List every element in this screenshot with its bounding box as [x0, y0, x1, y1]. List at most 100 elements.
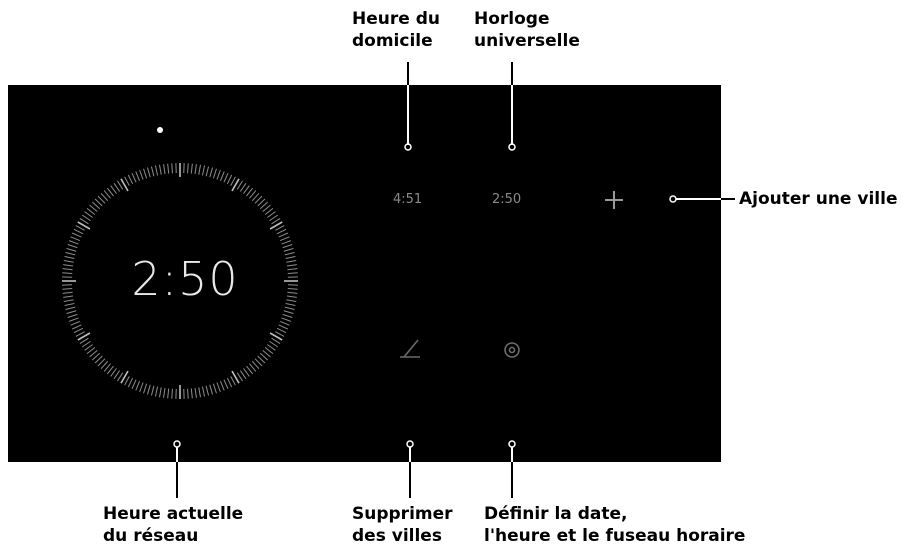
ring-tick [113, 182, 121, 192]
ring-tick [284, 251, 295, 256]
ring-tick [219, 171, 225, 182]
ring-tick [267, 211, 276, 218]
ring-tick [226, 174, 233, 185]
ring-tick [70, 320, 81, 326]
current-network-time: 2:50 [131, 252, 239, 306]
ring-tick [75, 331, 85, 337]
ring-tick [171, 388, 173, 399]
ring-tick [267, 344, 276, 351]
ring-tick [159, 387, 162, 398]
ring-tick [139, 382, 144, 393]
ring-tick [70, 236, 81, 242]
ring-tick [198, 164, 201, 175]
ring-tick [65, 251, 76, 256]
ring-tick [236, 180, 243, 190]
ring-tick [281, 240, 292, 245]
ring-tick [63, 260, 74, 263]
ring-tick [150, 166, 155, 177]
ring-tick [62, 272, 73, 274]
ring-tick [284, 306, 295, 311]
world-clock-value[interactable]: 2:50 [492, 192, 521, 207]
ring-tick [143, 168, 148, 179]
ring-tick [287, 291, 298, 294]
ring-tick [187, 163, 189, 174]
ring-tick [264, 347, 274, 355]
ring-tick [106, 187, 114, 197]
ring-tick [190, 163, 193, 174]
ring-tick [216, 169, 221, 180]
ring-tick [190, 388, 193, 399]
ring-tick [243, 185, 250, 194]
ring-tick [64, 302, 75, 307]
top-indicator-dot [157, 127, 163, 133]
ring-tick [146, 167, 151, 178]
settings-button[interactable] [498, 336, 526, 364]
ring-tick [194, 164, 197, 175]
ring-tick [271, 218, 281, 225]
ring-tick [269, 214, 279, 222]
ring-tick [67, 313, 78, 318]
ring-tick [113, 370, 121, 380]
ring-tick [212, 383, 217, 394]
ring-tick [135, 171, 141, 182]
ring-tick [187, 388, 189, 399]
ring-tick [63, 264, 74, 267]
ring-tick [86, 347, 96, 355]
ring-tick [236, 372, 243, 382]
ring-tick [68, 240, 79, 245]
ring-tick [66, 247, 77, 252]
home-time-value[interactable]: 4:51 [393, 192, 422, 207]
ring-tick [219, 380, 225, 391]
ring-tick [283, 310, 294, 315]
ring-tick [79, 337, 89, 344]
ring-tick [246, 365, 254, 375]
ring-tick [279, 236, 290, 242]
callout-set-date: Définir la date, l'heure et le fuseau hor… [484, 504, 746, 546]
ring-tick [264, 207, 274, 215]
ring-tick [209, 384, 214, 395]
ring-tick [62, 291, 73, 294]
ring-tick [131, 379, 137, 390]
ring-tick [84, 211, 93, 218]
ring-tick [117, 180, 124, 190]
ring-tick [117, 372, 124, 382]
ring-tick [269, 340, 279, 348]
ring-tick [124, 376, 130, 386]
ring-tick [205, 166, 210, 177]
ring-tick [150, 385, 155, 396]
callout-delete-cities: Supprimer des villes [352, 504, 453, 546]
ring-tick [230, 376, 236, 386]
ring-tick [79, 218, 89, 225]
delete-cities-button[interactable] [396, 334, 426, 364]
ring-tick [239, 182, 247, 192]
ring-tick [146, 384, 151, 395]
ring-tick [282, 244, 293, 249]
ring-tick [68, 317, 79, 322]
ring-tick [198, 387, 201, 398]
ring-tick [106, 365, 114, 375]
ring-tick [271, 337, 281, 344]
ring-tick [275, 225, 285, 231]
ring-tick [81, 340, 91, 348]
ring-tick [163, 387, 166, 398]
ring-tick [127, 377, 134, 388]
ring-tick [67, 244, 78, 249]
ring-tick [246, 187, 254, 197]
ring-tick [239, 370, 247, 380]
ring-tick [167, 163, 170, 174]
ring-tick [230, 176, 236, 186]
ring-tick [73, 327, 84, 334]
ring-tick [226, 377, 233, 388]
ring-tick [110, 185, 117, 194]
ring-tick [286, 295, 297, 298]
add-city-button[interactable] [600, 186, 628, 214]
ring-tick [286, 299, 297, 302]
ring-tick [276, 327, 287, 334]
ring-tick [216, 382, 221, 393]
ring-tick [167, 388, 170, 399]
ring-tick [205, 385, 210, 396]
ring-tick [154, 165, 159, 176]
ring-tick [279, 320, 290, 326]
ring-tick [287, 268, 298, 271]
ring-tick [143, 383, 148, 394]
